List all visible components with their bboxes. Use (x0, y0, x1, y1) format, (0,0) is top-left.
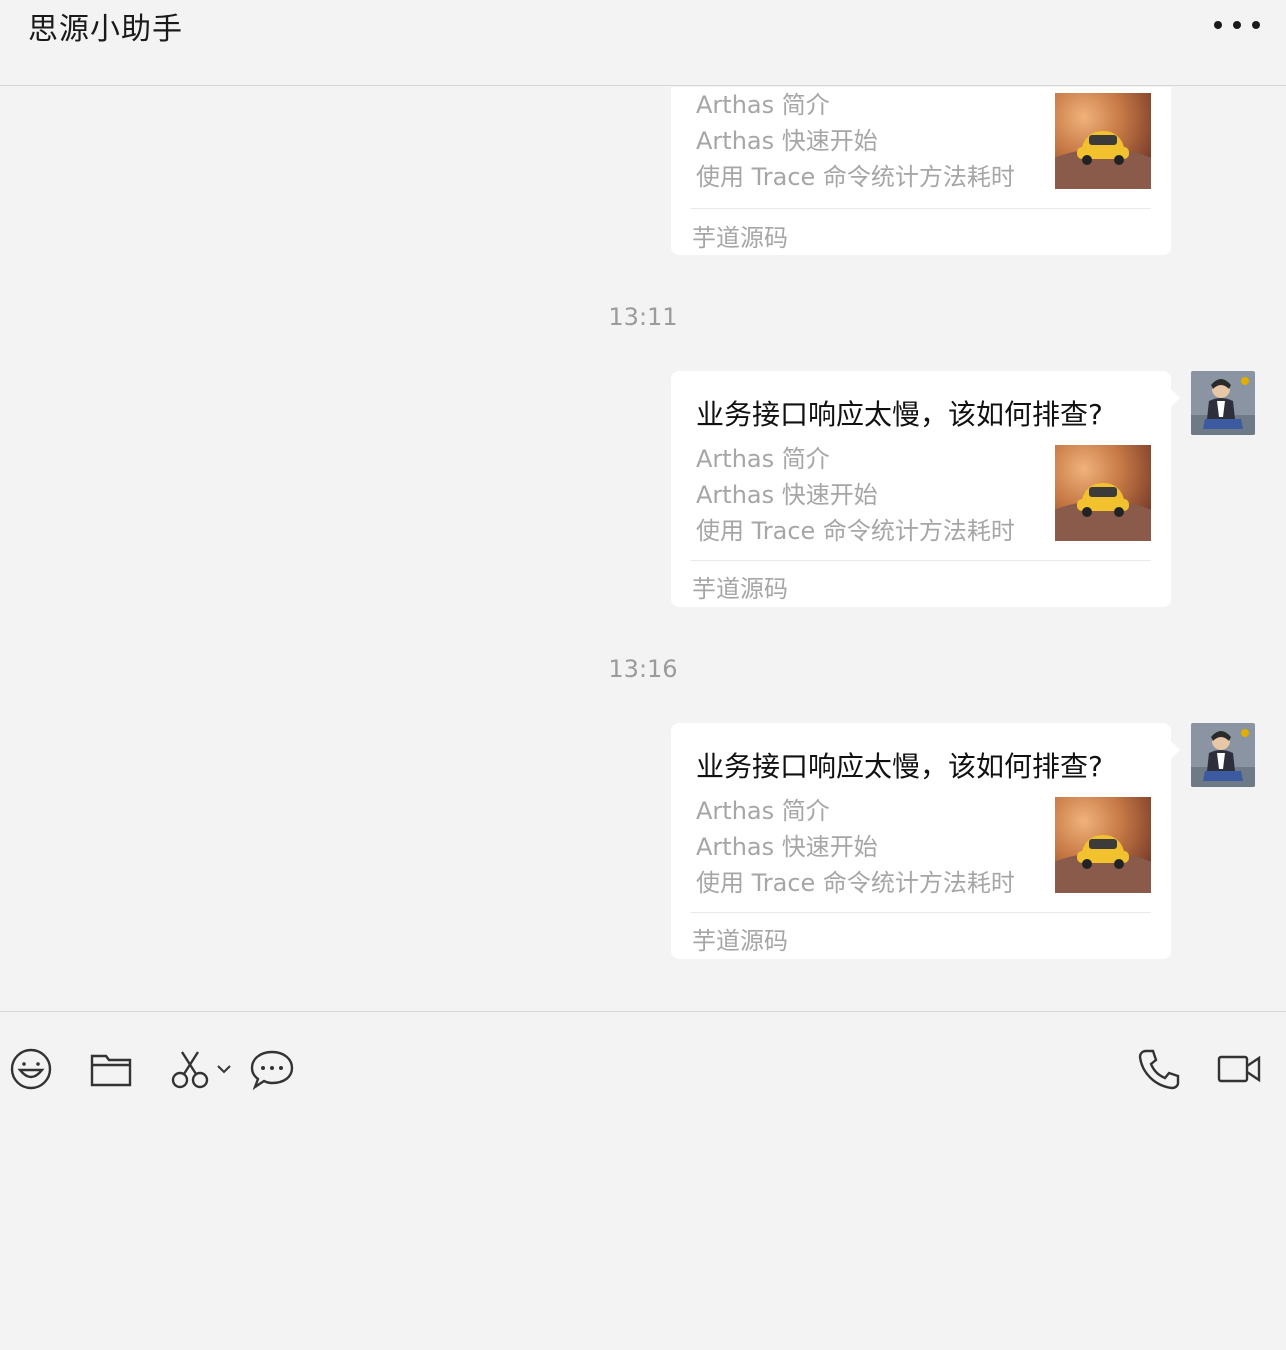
chat-title: 思源小助手 (28, 12, 183, 47)
folder-icon[interactable] (90, 1052, 132, 1092)
sender-avatar[interactable] (1191, 371, 1255, 435)
link-card-message[interactable]: 业务接口响应太慢，该如何排查? Arthas 简介 Arthas 快速开始 使用… (671, 723, 1180, 959)
chat-window: 思源小助手 Arthas 简介 Arthas 快速开始 使用 Trace 命令统… (0, 0, 1286, 1350)
more-dots-icon[interactable] (1214, 16, 1260, 34)
card-line: Arthas 简介 (696, 797, 830, 825)
link-card-message[interactable]: 业务接口响应太慢，该如何排查? Arthas 简介 Arthas 快速开始 使用… (671, 371, 1180, 607)
card-line: Arthas 简介 (696, 91, 830, 119)
card-line: 使用 Trace 命令统计方法耗时 (696, 517, 1015, 545)
input-toolbar (0, 1012, 1286, 1122)
card-title: 业务接口响应太慢，该如何排查? (696, 398, 1103, 431)
emoji-icon[interactable] (10, 1048, 52, 1094)
card-line: Arthas 简介 (696, 445, 830, 473)
message-list[interactable]: Arthas 简介 Arthas 快速开始 使用 Trace 命令统计方法耗时 (0, 87, 1286, 1011)
card-line: Arthas 快速开始 (696, 127, 878, 155)
card-source: 芋道源码 (692, 927, 788, 955)
link-card-message[interactable]: Arthas 简介 Arthas 快速开始 使用 Trace 命令统计方法耗时 (671, 87, 1171, 255)
card-line: 使用 Trace 命令统计方法耗时 (696, 869, 1015, 897)
card-thumbnail (1055, 445, 1151, 541)
card-thumbnail (1055, 93, 1151, 189)
message-timestamp: 13:11 (608, 303, 678, 331)
card-title: 业务接口响应太慢，该如何排查? (696, 750, 1103, 783)
card-thumbnail (1055, 797, 1151, 893)
chat-header: 思源小助手 (0, 0, 1286, 86)
video-call-icon[interactable] (1217, 1054, 1261, 1088)
message-timestamp: 13:16 (608, 655, 678, 683)
card-source: 芋道源码 (692, 224, 788, 252)
message-input[interactable] (0, 1110, 1286, 1350)
sender-avatar[interactable] (1191, 723, 1255, 787)
card-source: 芋道源码 (692, 575, 788, 603)
scissors-icon[interactable] (170, 1050, 236, 1094)
card-line: Arthas 快速开始 (696, 833, 878, 861)
chat-history-icon[interactable] (250, 1050, 294, 1094)
phone-icon[interactable] (1138, 1048, 1180, 1094)
card-line: 使用 Trace 命令统计方法耗时 (696, 163, 1015, 191)
card-line: Arthas 快速开始 (696, 481, 878, 509)
